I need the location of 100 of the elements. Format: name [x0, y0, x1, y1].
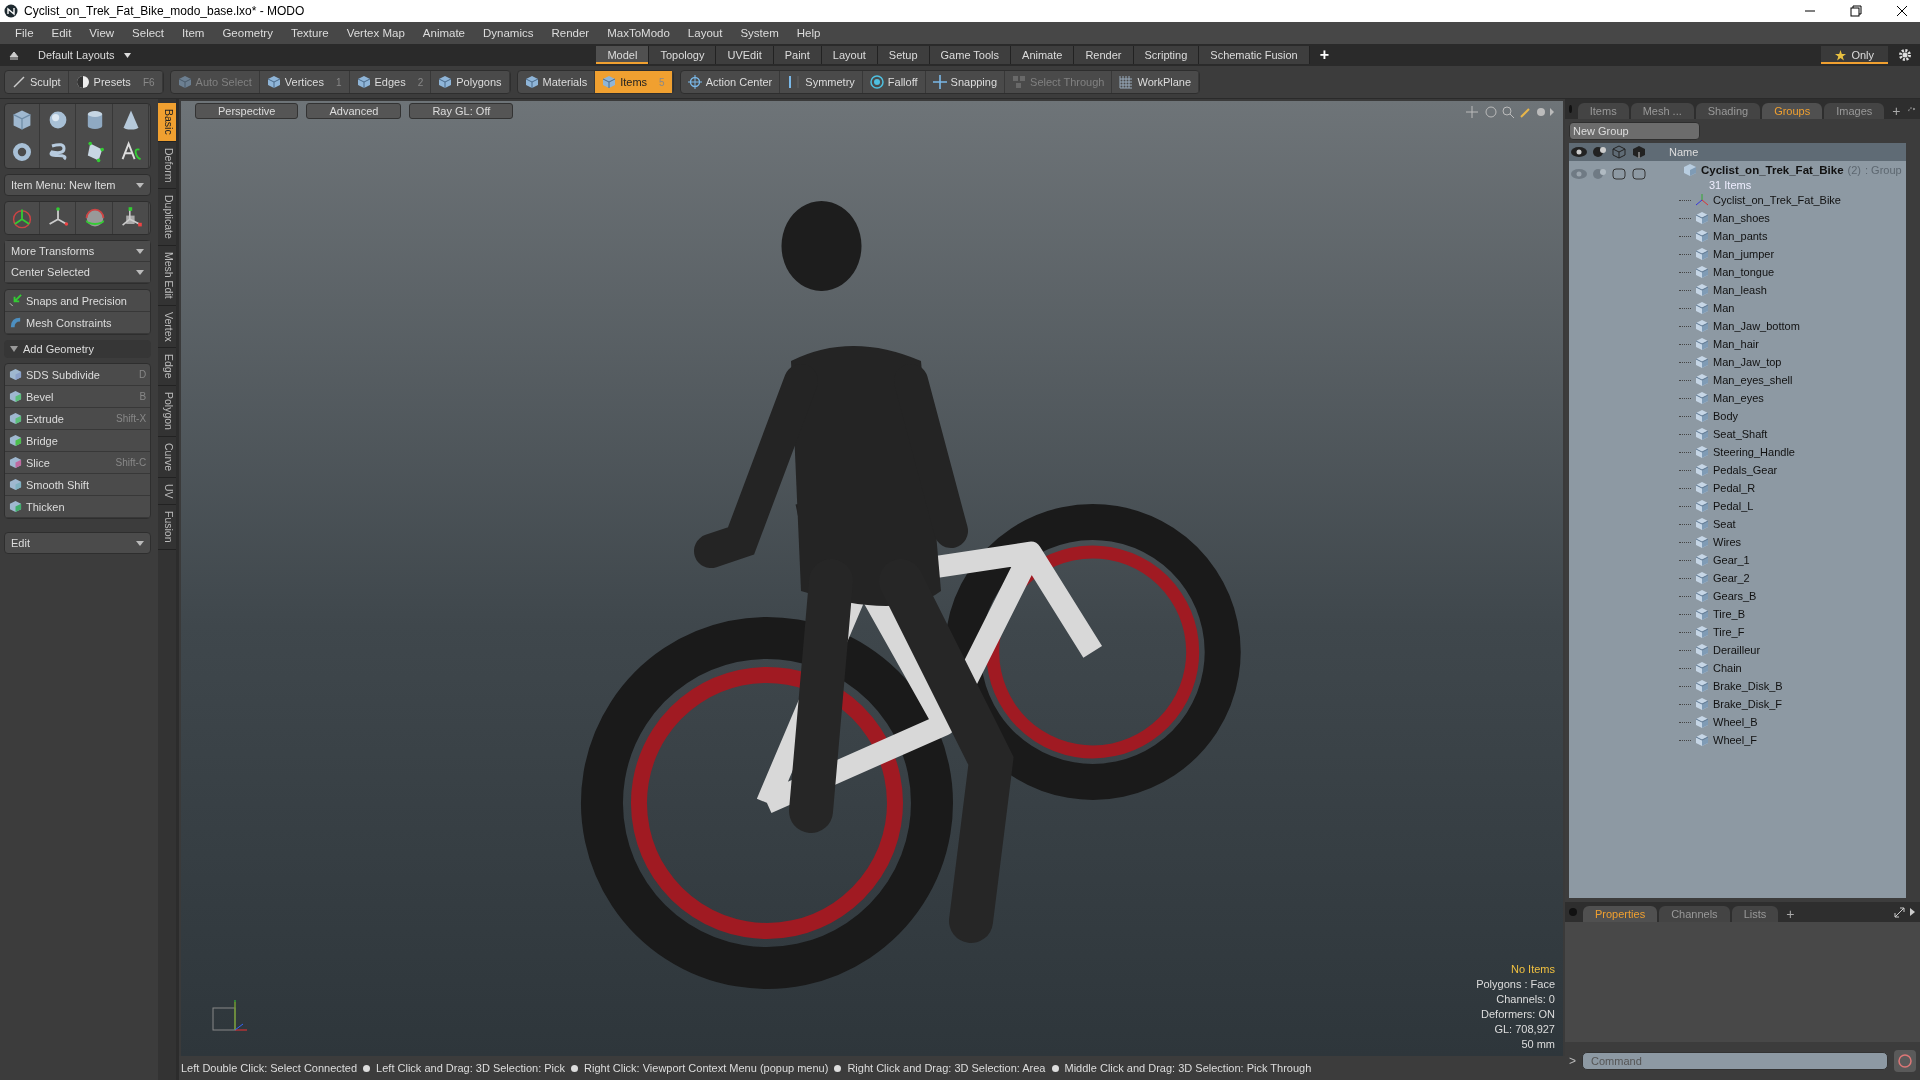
toolbar-button[interactable]: Items 5 — [595, 71, 673, 93]
tree-item[interactable]: Cyclist_on_Trek_Fat_Bike — [1679, 191, 1906, 209]
transform-dropdown[interactable]: More Transforms — [5, 241, 151, 262]
toolbar-button[interactable]: WorkPlane — [1112, 71, 1200, 93]
tool-button[interactable]: Extrude Shift-X — [5, 408, 151, 430]
layout-tab[interactable]: Schematic Fusion — [1199, 46, 1310, 64]
menu-item[interactable]: Geometry — [213, 27, 282, 39]
tool-button[interactable]: Thicken — [5, 496, 151, 518]
layout-tab[interactable]: Model — [596, 46, 650, 64]
tool-button[interactable]: Slice Shift-C — [5, 452, 151, 474]
tree-item[interactable]: Man_pants — [1679, 227, 1906, 245]
tree-item[interactable]: Pedal_R — [1679, 479, 1906, 497]
new-group-button[interactable]: New Group — [1569, 122, 1700, 140]
layout-tab[interactable]: Scripting — [1133, 46, 1200, 64]
tree-item[interactable]: Man — [1679, 299, 1906, 317]
viewport-navigation-icon[interactable] — [1465, 105, 1555, 119]
layout-tab[interactable]: Layout — [821, 46, 878, 64]
side-tab[interactable]: Duplicate — [158, 189, 176, 246]
side-tab[interactable]: UV — [158, 477, 176, 506]
maximize-icon[interactable] — [1894, 906, 1916, 918]
tree-item[interactable]: Steering_Handle — [1679, 443, 1906, 461]
tree-item[interactable]: Seat_Shaft — [1679, 425, 1906, 443]
viewport-button[interactable]: Ray GL: Off — [409, 103, 514, 119]
tree-item[interactable]: Man_hair — [1679, 335, 1906, 353]
tree-item[interactable]: Derailleur — [1679, 641, 1906, 659]
tool-button[interactable]: SDS Subdivide D — [5, 364, 151, 386]
viewport-button[interactable]: Perspective — [195, 103, 299, 119]
side-tab[interactable]: Mesh Edit — [158, 245, 176, 306]
add-tab-button[interactable]: + — [1309, 46, 1340, 64]
panel-tab[interactable]: Channels — [1659, 906, 1730, 922]
command-field[interactable]: Command — [1582, 1052, 1888, 1070]
menu-item[interactable]: Select — [123, 27, 174, 39]
eye-icon[interactable] — [1569, 145, 1589, 159]
checkbox-icon[interactable] — [1609, 167, 1629, 181]
only-button[interactable]: Only — [1821, 46, 1888, 64]
tree-item[interactable]: Man_leash — [1679, 281, 1906, 299]
side-tab[interactable]: Polygon — [158, 385, 176, 437]
tree-item[interactable]: Seat — [1679, 515, 1906, 533]
item-menu-dropdown[interactable]: Item Menu: New Item — [4, 174, 152, 196]
panel-tab[interactable]: Items — [1577, 103, 1629, 119]
layout-tab[interactable]: Paint — [773, 46, 822, 64]
menu-item[interactable]: Layout — [678, 27, 732, 39]
tool-button[interactable]: Smooth Shift — [5, 474, 151, 496]
tree-item[interactable]: Brake_Disk_F — [1679, 695, 1906, 713]
settings-icon[interactable] — [1898, 48, 1912, 62]
tree-item[interactable]: Man_tongue — [1679, 263, 1906, 281]
toolbar-button[interactable]: Polygons — [431, 71, 510, 93]
tree-item[interactable]: Brake_Disk_B — [1679, 677, 1906, 695]
close-icon[interactable] — [1896, 5, 1908, 17]
tool-button[interactable]: Mesh Constraints — [5, 312, 151, 334]
tree-item[interactable]: Chain — [1679, 659, 1906, 677]
checkbox-icon[interactable] — [1629, 167, 1649, 181]
layouts-dropdown[interactable]: Default Layouts — [38, 49, 115, 61]
layout-tab[interactable]: Topology — [649, 46, 717, 64]
tree-item[interactable]: Gear_2 — [1679, 569, 1906, 587]
layout-tab[interactable]: UVEdit — [716, 46, 774, 64]
toolbar-button[interactable]: Presets F6 — [68, 71, 163, 93]
tree-item[interactable]: Gears_B — [1679, 587, 1906, 605]
panel-tab[interactable]: Images — [1824, 103, 1885, 119]
layout-tab[interactable]: Game Tools — [929, 46, 1012, 64]
layout-tab[interactable]: Setup — [877, 46, 930, 64]
tree-item[interactable]: Pedal_L — [1679, 497, 1906, 515]
tree-item[interactable]: Man_eyes — [1679, 389, 1906, 407]
layout-tab[interactable]: Render — [1074, 46, 1134, 64]
menu-item[interactable]: Help — [787, 27, 830, 39]
edit-dropdown[interactable]: Edit — [4, 532, 152, 554]
toolbar-button[interactable]: Snapping — [925, 71, 1006, 93]
caret-icon[interactable] — [124, 52, 132, 58]
tool-button[interactable]: Bridge — [5, 430, 151, 452]
side-tab[interactable]: Vertex — [158, 305, 176, 349]
menu-item[interactable]: Dynamics — [474, 27, 543, 39]
tree-item[interactable]: Man_eyes_shell — [1679, 371, 1906, 389]
menu-item[interactable]: View — [80, 27, 124, 39]
tree-item[interactable]: Gear_1 — [1679, 551, 1906, 569]
tool-button[interactable]: Bevel B — [5, 386, 151, 408]
tree-item[interactable]: Wheel_B — [1679, 713, 1906, 731]
side-tab[interactable]: Deform — [158, 141, 176, 190]
menu-item[interactable]: Item — [173, 27, 214, 39]
side-tab[interactable]: Curve — [158, 436, 176, 478]
toolbar-button[interactable]: Action Center — [680, 71, 781, 93]
viewport[interactable]: Perspective Advanced Ray GL: Off No Items Polygons : Face Channels: 0 Deformers: ON GL: 708,927 50 mm — [181, 101, 1563, 1056]
tree-item[interactable]: Pedals_Gear — [1679, 461, 1906, 479]
menu-item[interactable]: Animate — [413, 27, 474, 39]
tree-item[interactable]: Tire_F — [1679, 623, 1906, 641]
tree-item[interactable]: Man_Jaw_top — [1679, 353, 1906, 371]
record-icon[interactable] — [1894, 1050, 1916, 1072]
menu-item[interactable]: Vertex Map — [337, 27, 414, 39]
menu-item[interactable]: Texture — [281, 27, 338, 39]
menu-item[interactable]: File — [6, 27, 43, 39]
collapse-arrow-icon[interactable] — [8, 49, 20, 61]
tree-item[interactable]: Man_shoes — [1679, 209, 1906, 227]
section-header[interactable]: Add Geometry — [4, 340, 152, 358]
side-tab[interactable]: Basic — [158, 103, 176, 142]
panel-tab[interactable]: Shading — [1695, 103, 1761, 119]
tool-button[interactable]: Snaps and Precision — [5, 290, 151, 312]
tree-item[interactable]: Man_Jaw_bottom — [1679, 317, 1906, 335]
menu-item[interactable]: Edit — [42, 27, 81, 39]
menu-item[interactable]: System — [731, 27, 788, 39]
menu-item[interactable]: Render — [542, 27, 599, 39]
toolbar-button[interactable]: Falloff — [862, 71, 926, 93]
